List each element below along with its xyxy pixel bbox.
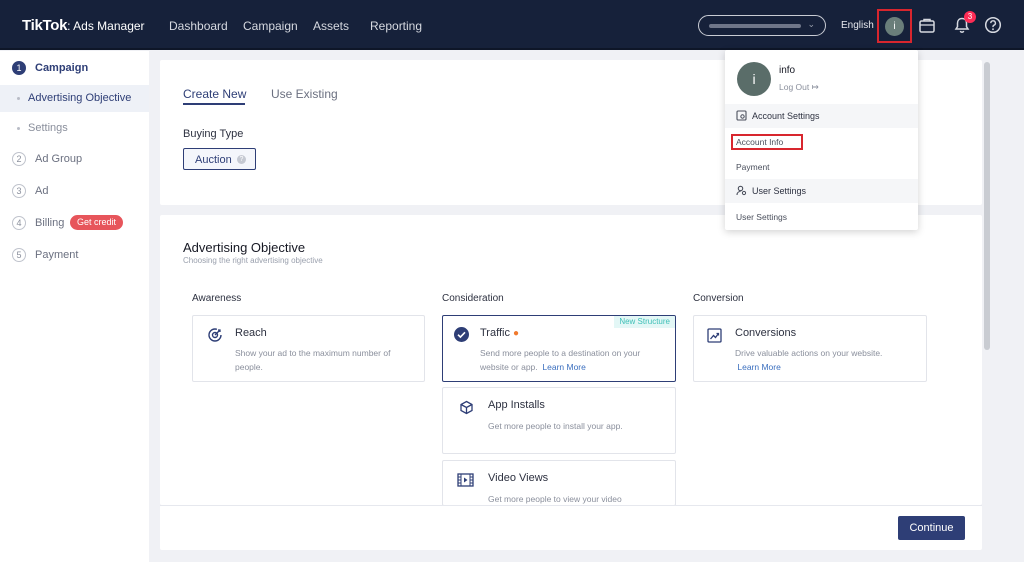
step-number: 4 [12,216,26,230]
trend-chart-icon [707,328,722,343]
divider [160,505,982,506]
objective-app-installs[interactable]: App Installs Get more people to install … [442,387,676,454]
top-navigation-bar: TikTok: Ads Manager Dashboard Campaign A… [0,0,1024,50]
ad-account-selector[interactable]: ⌄ [698,15,826,36]
active-tab-underline [183,103,245,105]
objective-title: App Installs [488,399,545,411]
help-icon[interactable] [984,16,1002,34]
objective-title: Traffic ● [480,327,520,339]
language-selector[interactable]: English [841,20,874,31]
briefcase-icon[interactable] [918,16,936,34]
chevron-down-icon: ⌄ [807,19,815,29]
auction-label: Auction [195,154,232,166]
objective-video-views[interactable]: Video Views Get more people to view your… [442,460,676,506]
step-label: Ad Group [35,153,83,165]
film-icon [457,473,474,487]
objective-description: Show your ad to the maximum number of pe… [235,348,391,372]
objective-title: Reach [235,327,267,339]
step-billing[interactable]: 4 Billing Get credit [0,208,149,238]
get-credit-badge[interactable]: Get credit [70,215,124,230]
objective-traffic[interactable]: New Structure Traffic ● Send more people… [442,315,676,382]
target-icon [208,328,222,342]
section-label: User Settings [752,186,807,196]
step-number: 3 [12,184,26,198]
step-label: Payment [35,249,79,261]
cube-icon [460,400,473,415]
step-campaign[interactable]: 1 Campaign [0,53,149,83]
substep-label: Settings [28,122,68,134]
footer-bar [160,505,982,550]
avatar-button[interactable]: i [877,9,912,43]
account-settings-section: Account Settings [725,104,918,128]
section-title: Advertising Objective [183,240,306,255]
section-subtitle: Choosing the right advertising objective [183,256,323,265]
blurred-account-name [709,24,801,28]
check-circle-icon [454,327,469,342]
objective-reach[interactable]: Reach Show your ad to the maximum number… [192,315,425,382]
logout-icon: ↦ [811,82,819,92]
section-label: Account Settings [752,111,820,121]
objective-title: Video Views [488,472,549,484]
tab-create-new[interactable]: Create New [183,87,246,101]
nav-campaign[interactable]: Campaign [243,19,298,33]
step-ad-group[interactable]: 2 Ad Group [0,144,149,174]
settings-doc-icon [736,110,747,121]
objective-title: Conversions [735,327,797,339]
buying-type-label: Buying Type [183,128,244,140]
column-awareness: Awareness [192,293,242,304]
substep-settings[interactable]: Settings [0,115,149,142]
log-out-link[interactable]: Log Out ↦ [779,82,819,93]
column-consideration: Consideration [442,293,504,304]
nav-reporting[interactable]: Reporting [370,19,422,33]
new-structure-badge: New Structure [614,316,675,328]
step-number: 1 [12,61,26,75]
campaign-steps-sidebar: 1 Campaign Advertising Objective Setting… [0,51,149,562]
info-icon[interactable]: ? [237,155,246,164]
continue-button[interactable]: Continue [898,516,965,540]
substep-label: Advertising Objective [28,92,132,104]
step-number: 2 [12,152,26,166]
user-settings-section: User Settings [725,179,918,203]
step-label: Ad [35,185,49,197]
learn-more-link[interactable]: Learn More [737,362,780,372]
bullet [17,127,20,130]
nav-dashboard[interactable]: Dashboard [169,19,228,33]
tab-use-existing[interactable]: Use Existing [271,87,338,101]
avatar: i [737,62,771,96]
learn-more-link[interactable]: Learn More [542,362,585,372]
scrollbar[interactable] [984,62,990,350]
nav-assets[interactable]: Assets [313,19,349,33]
objective-description: Get more people to install your app. [488,421,623,431]
objective-description: Get more people to view your video [488,494,622,504]
notification-count-badge: 3 [964,11,976,23]
user-gear-icon [736,185,747,196]
fire-icon: ● [513,328,520,339]
user-settings-item[interactable]: User Settings [736,212,787,222]
substep-advertising-objective[interactable]: Advertising Objective [0,85,149,112]
column-conversion: Conversion [693,293,744,304]
bullet [17,97,20,100]
step-ad[interactable]: 3 Ad [0,176,149,206]
tiktok-ads-manager-logo[interactable]: TikTok: Ads Manager [22,17,145,34]
step-payment[interactable]: 5 Payment [0,240,149,270]
objective-conversions[interactable]: Conversions Drive valuable actions on yo… [693,315,927,382]
objective-description: Drive valuable actions on your website. … [735,348,883,372]
auction-button[interactable]: Auction ? [183,148,256,170]
objective-description: Send more people to a destination on you… [480,348,641,372]
step-label: Campaign [35,62,89,74]
highlight-box [731,134,803,150]
account-name: info [779,65,796,76]
step-label: Billing [35,217,65,229]
step-number: 5 [12,248,26,262]
payment-item[interactable]: Payment [736,162,770,172]
avatar: i [885,17,904,36]
